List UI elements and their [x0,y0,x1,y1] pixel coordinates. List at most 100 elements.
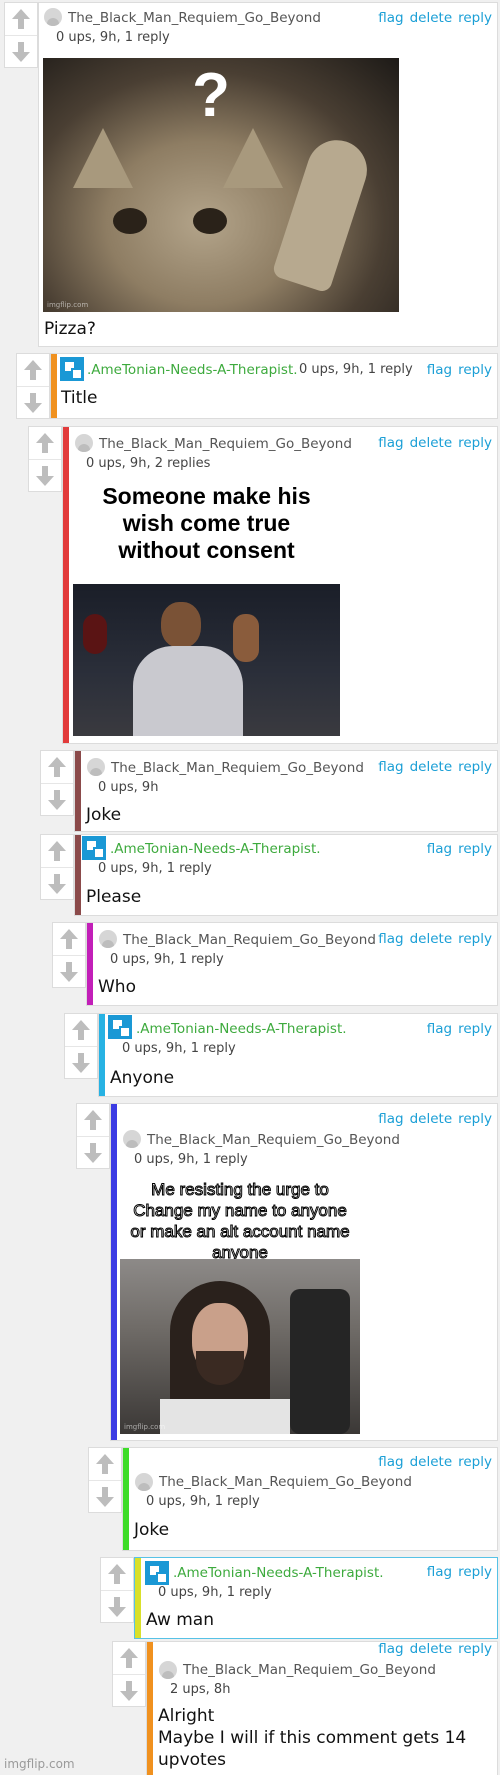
downvote-arrow-icon[interactable] [41,868,73,900]
reply-link[interactable]: reply [458,1454,492,1470]
comment-meta: 2 ups, 8h [170,1682,231,1697]
upvote-arrow-icon[interactable] [41,835,73,868]
flag-link[interactable]: flag [378,931,403,947]
downvote-arrow-icon[interactable] [89,1481,121,1513]
reply-link[interactable]: reply [458,931,492,947]
flag-link[interactable]: flag [378,1111,403,1127]
reply-link[interactable]: reply [458,435,492,451]
comment-actions: flag reply [421,362,492,378]
downvote-arrow-icon[interactable] [5,36,37,68]
avatar [75,434,93,452]
avatar [99,930,117,948]
upvote-arrow-icon[interactable] [17,354,49,387]
reply-link[interactable]: reply [458,759,492,775]
vote-box [40,750,74,816]
delete-link[interactable]: delete [410,1454,453,1470]
downvote-arrow-icon[interactable] [29,460,61,492]
comment-meta: 0 ups, 9h, 1 reply [146,1494,260,1509]
upvote-arrow-icon[interactable] [113,1642,145,1675]
meme-image[interactable]: Someone make his wish come true without … [73,481,340,736]
downvote-arrow-icon[interactable] [65,1047,97,1079]
username[interactable]: The_Black_Man_Requiem_Go_Beyond [183,1662,436,1678]
upvote-arrow-icon[interactable] [41,751,73,784]
flag-link[interactable]: flag [427,1564,452,1580]
comment: The_Black_Man_Requiem_Go_Beyond 0 ups, 9… [52,922,498,1006]
reply-link[interactable]: reply [458,841,492,857]
meme-caption: ? [192,61,230,130]
chair [290,1289,350,1434]
flag-link[interactable]: flag [378,1641,403,1657]
vote-box [112,1641,146,1707]
flag-link[interactable]: flag [378,10,403,26]
meme-caption: Me resisting the urge to Change my name … [130,1180,350,1263]
downvote-arrow-icon[interactable] [17,387,49,419]
reply-link[interactable]: reply [458,10,492,26]
username[interactable]: The_Black_Man_Requiem_Go_Beyond [111,760,364,776]
username[interactable]: .AmeTonian-Needs-A-Therapist. [173,1565,384,1581]
comment-actions: flag reply [421,1021,492,1037]
delete-link[interactable]: delete [410,1641,453,1657]
comment-text: Please [86,887,142,907]
thread-accent-bar [51,354,57,418]
flag-link[interactable]: flag [378,759,403,775]
flag-link[interactable]: flag [378,435,403,451]
upvote-arrow-icon[interactable] [53,923,85,956]
cat-paw [271,132,375,294]
downvote-arrow-icon[interactable] [77,1137,109,1169]
avatar [135,1473,153,1491]
comment-meta: 0 ups, 9h, 1 reply [122,1041,236,1056]
delete-link[interactable]: delete [410,10,453,26]
avatar [44,8,62,26]
delete-link[interactable]: delete [410,759,453,775]
avatar [159,1661,177,1679]
meme-image[interactable]: ? imgflip.com [43,58,399,312]
comment-meta: 0 ups, 9h, 1 reply [299,362,413,377]
comment-actions: flag delete reply [372,1111,492,1127]
reply-link[interactable]: reply [458,1111,492,1127]
username[interactable]: .AmeTonian-Needs-A-Therapist. [87,362,298,378]
comment: The_Black_Man_Requiem_Go_Beyond 0 ups, 9… [76,1103,498,1441]
comment-actions: flag reply [421,1564,492,1580]
reply-link[interactable]: reply [458,1021,492,1037]
delete-link[interactable]: delete [410,931,453,947]
username[interactable]: The_Black_Man_Requiem_Go_Beyond [99,436,352,452]
reply-link[interactable]: reply [458,1564,492,1580]
flag-link[interactable]: flag [378,1454,403,1470]
username[interactable]: .AmeTonian-Needs-A-Therapist. [136,1021,347,1037]
upvote-arrow-icon[interactable] [89,1448,121,1481]
reply-link[interactable]: reply [458,1641,492,1657]
reply-link[interactable]: reply [458,362,492,378]
downvote-arrow-icon[interactable] [53,956,85,988]
comment: .AmeTonian-Needs-A-Therapist. 0 ups, 9h,… [100,1557,498,1639]
flag-link[interactable]: flag [427,362,452,378]
downvote-arrow-icon[interactable] [113,1675,145,1707]
flag-link[interactable]: flag [427,1021,452,1037]
username[interactable]: .AmeTonian-Needs-A-Therapist. [110,841,321,857]
username[interactable]: The_Black_Man_Requiem_Go_Beyond [159,1474,412,1490]
username[interactable]: The_Black_Man_Requiem_Go_Beyond [147,1132,400,1148]
meme-image[interactable]: Me resisting the urge to Change my name … [120,1175,360,1434]
upvote-arrow-icon[interactable] [5,3,37,36]
comment-text-line: Alright [158,1706,215,1726]
upvote-arrow-icon[interactable] [65,1014,97,1047]
thread-accent-bar [123,1448,129,1550]
upvote-arrow-icon[interactable] [101,1558,133,1591]
thread-accent-bar [99,1014,105,1096]
watermark: imgflip.com [124,1423,166,1431]
delete-link[interactable]: delete [410,435,453,451]
avatar [108,1015,132,1039]
comment-text-line: Maybe I will if this comment gets 14 [158,1728,467,1748]
username[interactable]: The_Black_Man_Requiem_Go_Beyond [68,10,321,26]
watermark: imgflip.com [47,301,89,309]
upvote-arrow-icon[interactable] [29,427,61,460]
site-watermark: imgflip.com [4,1757,75,1771]
delete-link[interactable]: delete [410,1111,453,1127]
username[interactable]: The_Black_Man_Requiem_Go_Beyond [123,932,376,948]
flag-link[interactable]: flag [427,841,452,857]
vote-box [64,1013,98,1079]
upvote-arrow-icon[interactable] [77,1104,109,1137]
comment-actions: flag delete reply [372,1454,492,1470]
downvote-arrow-icon[interactable] [101,1591,133,1623]
avatar [87,758,105,776]
downvote-arrow-icon[interactable] [41,784,73,816]
